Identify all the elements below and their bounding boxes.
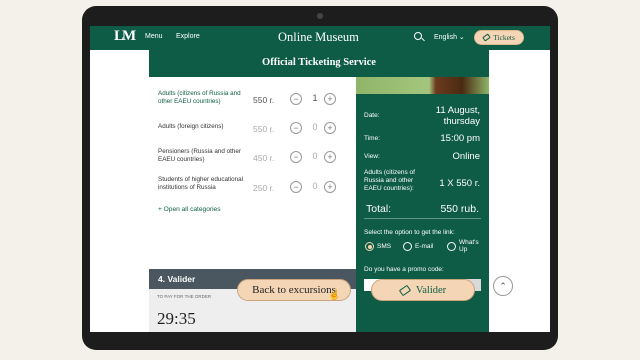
adults-value: 1 X 550 r. xyxy=(439,178,480,189)
content-viewport: Official Ticketing Service Adults (citiz… xyxy=(90,26,550,332)
decrease-button[interactable]: − xyxy=(290,151,302,163)
category-row: Pensioners (Russia and other EAEU countr… xyxy=(158,148,354,172)
date-label: Date: xyxy=(364,112,380,119)
increase-button[interactable]: + xyxy=(324,122,336,134)
increase-button[interactable]: + xyxy=(324,151,336,163)
category-row: Adults (citizens of Russia and other EAE… xyxy=(158,90,354,114)
category-price: 550 r. xyxy=(253,95,275,105)
category-price: 250 r. xyxy=(253,183,275,193)
radio-icon xyxy=(403,242,412,251)
link-option-label: Select the option to get the link: xyxy=(364,229,455,236)
decrease-button[interactable]: − xyxy=(290,181,302,193)
quantity-value: 0 xyxy=(312,181,318,191)
category-label: Pensioners (Russia and other EAEU countr… xyxy=(158,148,241,163)
exhibit-photo xyxy=(356,77,489,94)
quantity-value: 0 xyxy=(312,151,318,161)
category-label: Students of higher educational instituti… xyxy=(158,176,244,191)
decrease-button[interactable]: − xyxy=(290,93,302,105)
view-label: View: xyxy=(364,153,380,160)
radio-sms[interactable]: SMS xyxy=(365,242,391,251)
radio-selected-icon xyxy=(365,242,374,251)
camera-dot xyxy=(317,13,323,19)
ticket-tag-icon xyxy=(398,284,411,296)
total-value: 550 rub. xyxy=(440,203,479,215)
quantity-value: 0 xyxy=(312,122,318,132)
total-label: Total: xyxy=(366,203,392,215)
radio-label: E-mail xyxy=(415,243,434,250)
adults-label: Adults (citizens of Russia and other EAE… xyxy=(364,169,415,192)
valider-button[interactable]: Valider xyxy=(371,279,475,301)
category-row: Adults (foreign citizens) 550 r. − 0 + xyxy=(158,119,354,143)
radio-icon xyxy=(447,241,456,251)
category-price: 550 r. xyxy=(253,124,275,134)
divider xyxy=(364,218,481,219)
hand-cursor-icon: ☝ xyxy=(328,290,341,301)
radio-label: SMS xyxy=(377,243,392,250)
valider-label: Valider xyxy=(415,284,447,296)
countdown-timer: 29:35 xyxy=(157,309,196,328)
radio-email[interactable]: E-mail xyxy=(403,242,433,251)
view-value: Online xyxy=(452,151,480,162)
promo-label: Do you have a promo code: xyxy=(364,266,444,273)
quantity-value: 1 xyxy=(312,93,318,103)
category-label: Adults (foreign citizens) xyxy=(158,123,224,130)
date-value: 11 August, thursday xyxy=(435,105,480,127)
increase-button[interactable]: + xyxy=(324,93,336,105)
radio-label: What's Up xyxy=(459,239,479,253)
time-label: Time: xyxy=(364,135,381,142)
scroll-to-top-button[interactable]: ⌃ xyxy=(493,276,513,296)
category-price: 450 r. xyxy=(253,153,275,163)
time-value: 15:00 pm xyxy=(440,133,480,144)
radio-whatsup[interactable]: What's Up xyxy=(447,239,487,253)
panel-title: Official Ticketing Service xyxy=(262,57,376,68)
category-row: Students of higher educational instituti… xyxy=(158,176,354,200)
decrease-button[interactable]: − xyxy=(290,122,302,134)
increase-button[interactable]: + xyxy=(324,181,336,193)
to-pay-label: TO PAY FOR THE ORDER xyxy=(157,294,212,299)
category-label: Adults (citizens of Russia and other EAE… xyxy=(158,90,241,105)
open-all-categories-link[interactable]: + Open all categories xyxy=(158,206,221,213)
